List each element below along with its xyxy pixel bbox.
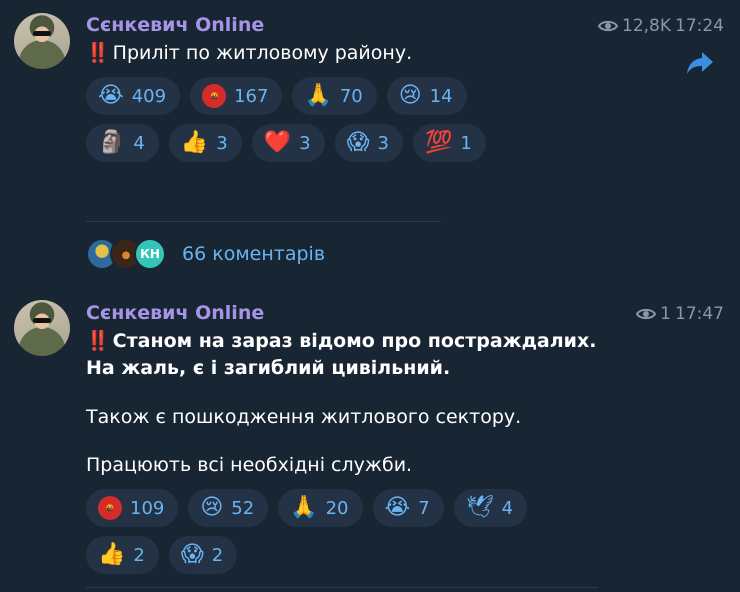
views-count: 12,8K <box>622 16 671 36</box>
reaction-pill[interactable]: 👍 2 <box>86 536 159 574</box>
reactions-bar: 🤬 109 😢 52 🙏 20 😭 7 🕊 4 👍 2 😱 2 <box>86 489 556 574</box>
reaction-pill[interactable]: 💯 1 <box>412 124 486 162</box>
alert-icon: ‼️ <box>86 330 110 352</box>
message-text: ‼️ Приліт по житловому району. <box>86 40 412 67</box>
message-text-line: Також є пошкодження житлового сектору. <box>86 406 522 428</box>
channel-avatar[interactable] <box>14 300 70 356</box>
reaction-pill[interactable]: ❤️ 3 <box>251 124 325 162</box>
reaction-count: 3 <box>299 132 311 154</box>
author-name[interactable]: Сєнкевич Online <box>86 14 264 36</box>
reaction-count: 4 <box>501 497 514 519</box>
message-text-line: Працюють всі необхідні служби. <box>86 454 413 476</box>
reaction-pill[interactable]: 😱 2 <box>168 536 238 574</box>
reaction-pill[interactable]: 😭 7 <box>372 489 444 527</box>
reaction-pill[interactable]: 😢 52 <box>188 489 269 527</box>
reaction-count: 1 <box>460 132 472 154</box>
reaction-emoji-icon: 😭 <box>98 83 124 108</box>
reaction-pill[interactable]: 😭 409 <box>86 77 181 115</box>
reaction-emoji-icon: 🙏 <box>290 495 318 520</box>
comments-count[interactable]: 66 коментарів <box>182 243 325 265</box>
commenter-avatar: КН <box>134 238 166 270</box>
reaction-emoji-icon: 😢 <box>200 495 224 520</box>
reaction-pill[interactable]: 😱 3 <box>334 124 403 162</box>
eye-icon <box>598 19 618 33</box>
reaction-emoji-icon: 😭 <box>384 495 411 520</box>
reaction-emoji-icon: 🙏 <box>304 83 332 108</box>
reaction-emoji-icon: 🤬 <box>98 496 122 520</box>
reaction-count: 109 <box>130 497 165 519</box>
reaction-pill[interactable]: 🤬 167 <box>190 77 283 115</box>
message-meta: 1 17:47 <box>636 304 724 324</box>
message-body: Приліт по житловому району. <box>112 42 413 64</box>
reaction-count: 4 <box>133 132 145 154</box>
message-time: 17:47 <box>675 304 724 324</box>
reaction-emoji-icon: 😱 <box>346 130 370 155</box>
reaction-count: 3 <box>377 132 389 154</box>
reaction-pill[interactable]: 🗿 4 <box>86 124 159 162</box>
reaction-emoji-icon: 😱 <box>180 542 204 567</box>
message-meta: 12,8K 17:24 <box>598 16 724 36</box>
message-text-bold: ‼️ Станом на зараз відомо про постраждали… <box>86 328 626 382</box>
comments-link[interactable]: КН 66 коментарів <box>86 238 325 270</box>
message-body: Станом на зараз відомо про постраждалих.… <box>86 330 604 379</box>
eye-icon <box>636 307 657 321</box>
message-time: 17:24 <box>675 16 724 36</box>
reaction-pill[interactable]: 🕊 4 <box>453 489 528 527</box>
reaction-emoji-icon: 🤬 <box>202 84 227 108</box>
reaction-count: 2 <box>211 544 224 566</box>
reactions-bar: 😭 409 🤬 167 🙏 70 😢 14 🗿 4 👍 3 ❤️ 3 😱 3 💯 1 <box>86 77 506 162</box>
reaction-count: 3 <box>216 132 228 154</box>
reaction-pill[interactable]: 🙏 20 <box>278 489 363 527</box>
reaction-count: 14 <box>429 85 453 107</box>
alert-icon: ‼️ <box>86 42 110 64</box>
reaction-count: 409 <box>131 85 167 107</box>
reaction-pill[interactable]: 😢 14 <box>386 77 467 115</box>
reaction-pill[interactable]: 👍 3 <box>168 124 242 162</box>
reaction-emoji-icon: ❤️ <box>263 130 292 155</box>
reaction-pill[interactable]: 🤬 109 <box>86 489 179 527</box>
views-count: 1 <box>660 304 671 324</box>
reaction-emoji-icon: 🗿 <box>98 130 126 155</box>
channel-avatar[interactable] <box>14 13 70 69</box>
reaction-count: 52 <box>231 497 255 519</box>
share-arrow-icon[interactable] <box>686 50 714 76</box>
reaction-emoji-icon: 👍 <box>98 542 126 567</box>
reaction-count: 167 <box>234 85 269 107</box>
reaction-count: 20 <box>325 497 349 519</box>
divider <box>86 587 598 588</box>
reaction-count: 2 <box>133 544 145 566</box>
reaction-pill[interactable]: 🙏 70 <box>292 77 377 115</box>
reaction-emoji-icon: 💯 <box>424 130 453 155</box>
reaction-emoji-icon: 😢 <box>398 83 422 108</box>
reaction-count: 7 <box>418 497 430 519</box>
author-name[interactable]: Сєнкевич Online <box>86 302 264 324</box>
reaction-count: 70 <box>339 85 363 107</box>
reaction-emoji-icon: 👍 <box>180 130 209 155</box>
divider <box>86 221 441 222</box>
reaction-emoji-icon: 🕊 <box>465 495 494 520</box>
